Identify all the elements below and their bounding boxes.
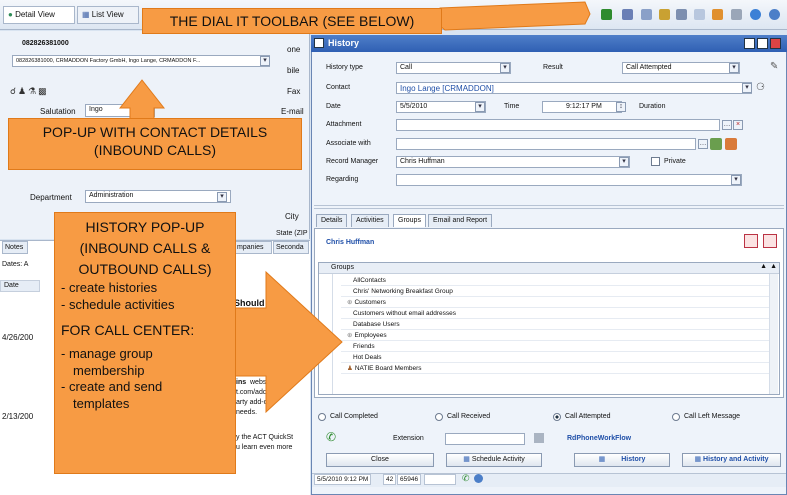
toolbar-arrow bbox=[429, 1, 591, 31]
toolbar-callout: THE DIAL IT TOOLBAR (SEE BELOW) bbox=[142, 8, 442, 34]
history-arrow bbox=[227, 270, 343, 414]
popup-callout: POP-UP WITH CONTACT DETAILS (INBOUND CAL… bbox=[8, 118, 302, 170]
popup-arrow bbox=[118, 79, 166, 121]
history-callout: HISTORY POP-UP (INBOUND CALLS & OUTBOUND… bbox=[54, 212, 236, 474]
